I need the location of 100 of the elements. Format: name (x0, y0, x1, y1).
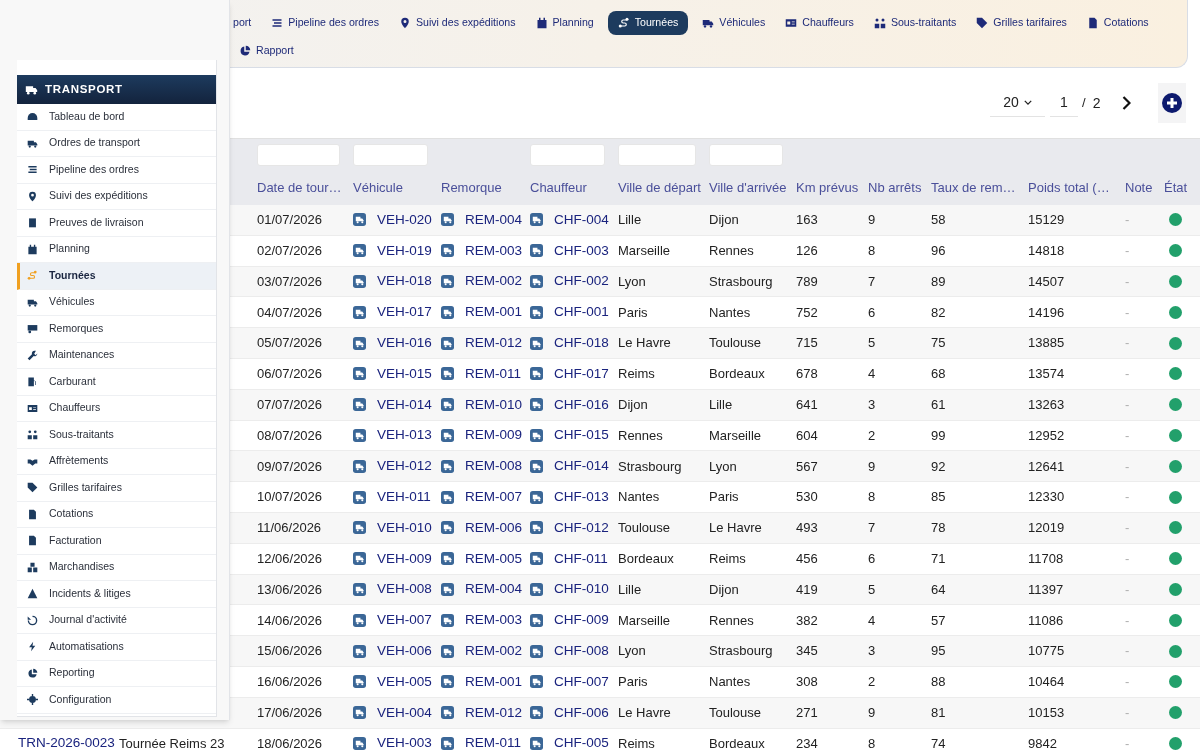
nav-tab[interactable]: Tournées (607, 10, 689, 35)
record-link[interactable]: CHF-004 (554, 209, 609, 230)
column-header[interactable]: Ville de départ (618, 178, 709, 198)
record-link[interactable]: REM-003 (465, 240, 523, 261)
record-link[interactable]: CHF-001 (554, 302, 609, 323)
filter-field[interactable] (353, 144, 428, 166)
sidebar-item[interactable]: Véhicules (17, 289, 216, 316)
nav-tab[interactable]: Rapport (233, 38, 300, 63)
record-link[interactable]: REM-008 (465, 456, 523, 477)
record-link[interactable]: REM-005 (465, 548, 523, 569)
record-link[interactable]: VEH-015 (377, 363, 432, 384)
record-link[interactable]: VEH-007 (377, 610, 432, 631)
nav-tab[interactable]: Grilles tarifaires (970, 10, 1073, 35)
sidebar-item[interactable]: Incidents & litiges (17, 581, 216, 608)
record-link[interactable]: REM-007 (465, 486, 523, 508)
nav-tab[interactable]: Suivi des expéditions (392, 10, 522, 35)
sidebar-item[interactable]: Suivi des expéditions (17, 183, 216, 210)
record-link[interactable]: REM-001 (465, 302, 523, 323)
record-link[interactable]: REM-009 (465, 425, 523, 446)
nav-tab[interactable]: Planning (529, 10, 600, 35)
record-link[interactable]: VEH-019 (377, 240, 432, 261)
record-link[interactable]: CHF-015 (554, 425, 609, 446)
record-link[interactable]: CHF-009 (554, 610, 609, 631)
record-link[interactable]: VEH-011 (377, 486, 431, 508)
column-header[interactable]: Véhicule (353, 178, 441, 198)
record-link[interactable]: CHF-002 (554, 271, 609, 292)
record-link[interactable]: CHF-014 (554, 456, 609, 477)
column-header[interactable]: Remorque (441, 178, 530, 198)
record-link[interactable]: CHF-013 (554, 486, 609, 508)
sidebar-item[interactable]: Ordres de transport (17, 130, 216, 157)
record-link[interactable]: VEH-012 (377, 456, 432, 477)
sidebar-item[interactable]: Facturation (17, 528, 216, 555)
sidebar-item[interactable]: Tableau de bord (17, 104, 216, 131)
sidebar-item[interactable]: Remorques (17, 316, 216, 343)
sidebar-item[interactable]: Journal d'activité (17, 607, 216, 634)
sidebar-item[interactable]: Cotations (17, 501, 216, 528)
nav-tab[interactable]: Véhicules (696, 10, 772, 35)
column-header[interactable]: Ville d'arrivée (709, 178, 796, 198)
sidebar-item[interactable]: Automatisations (17, 634, 216, 661)
filter-field[interactable] (530, 144, 605, 166)
sidebar-item[interactable]: Sous-traitants (17, 422, 216, 449)
sidebar-item[interactable]: Chauffeurs (17, 395, 216, 422)
record-link[interactable]: REM-006 (465, 517, 523, 538)
sidebar-item[interactable]: Reporting (17, 660, 216, 687)
record-link[interactable]: VEH-008 (377, 579, 432, 600)
record-link[interactable]: VEH-009 (377, 548, 432, 569)
record-link[interactable]: REM-002 (465, 640, 523, 662)
nav-tab[interactable]: Chauffeurs (779, 10, 860, 35)
filter-field[interactable] (709, 144, 783, 166)
record-link[interactable]: VEH-004 (377, 702, 432, 723)
sidebar-item[interactable]: Configuration (17, 687, 216, 714)
record-link[interactable]: CHF-018 (554, 332, 609, 354)
sidebar-item[interactable]: Tournées (17, 263, 216, 290)
record-link[interactable]: REM-001 (465, 671, 523, 692)
record-link[interactable]: VEH-014 (377, 394, 432, 415)
nav-tab[interactable]: port (233, 10, 258, 35)
column-header[interactable]: Nb arrêts (868, 178, 931, 198)
column-header[interactable]: Km prévus (796, 178, 868, 198)
filter-field[interactable] (618, 144, 696, 166)
sidebar-item[interactable]: Grilles tarifaires (17, 475, 216, 502)
page-size-select[interactable]: 20 (990, 89, 1045, 117)
record-link[interactable]: REM-011 (465, 363, 522, 384)
sidebar-item[interactable]: Carburant (17, 369, 216, 396)
record-link[interactable]: REM-004 (465, 209, 523, 230)
record-link[interactable]: REM-002 (465, 271, 523, 292)
record-link[interactable]: CHF-016 (554, 394, 609, 415)
record-link[interactable]: CHF-012 (554, 517, 609, 538)
sidebar-item[interactable]: Affrètements (17, 448, 216, 475)
record-link[interactable]: VEH-003 (377, 733, 432, 750)
record-link[interactable]: TRN-2026-0023 (18, 733, 115, 750)
record-link[interactable]: VEH-017 (377, 302, 432, 323)
sidebar-item[interactable]: Preuves de livraison (17, 210, 216, 237)
record-link[interactable]: VEH-005 (377, 671, 432, 692)
record-link[interactable]: CHF-005 (554, 733, 609, 750)
record-link[interactable]: VEH-006 (377, 640, 432, 662)
record-link[interactable]: REM-011 (465, 733, 522, 750)
record-link[interactable]: CHF-007 (554, 671, 609, 692)
record-link[interactable]: CHF-011 (554, 548, 608, 569)
column-header[interactable]: État (1164, 178, 1200, 198)
nav-tab[interactable]: Cotations (1080, 10, 1155, 35)
sidebar-item[interactable]: Marchandises (17, 554, 216, 581)
record-link[interactable]: REM-004 (465, 579, 523, 600)
record-link[interactable]: CHF-006 (554, 702, 609, 723)
record-link[interactable]: CHF-010 (554, 579, 609, 600)
record-link[interactable]: REM-012 (465, 332, 523, 354)
record-link[interactable]: VEH-020 (377, 209, 432, 230)
record-link[interactable]: VEH-016 (377, 332, 432, 354)
record-link[interactable]: REM-003 (465, 610, 523, 631)
record-link[interactable]: CHF-017 (554, 363, 609, 384)
record-link[interactable]: VEH-018 (377, 271, 432, 292)
record-link[interactable]: REM-010 (465, 394, 523, 415)
record-link[interactable]: VEH-013 (377, 425, 432, 446)
column-header[interactable]: Poids total (… (1028, 178, 1125, 198)
page-field[interactable]: 1 (1050, 89, 1078, 117)
column-header[interactable]: Taux de rem… (931, 178, 1028, 198)
nav-tab[interactable]: Pipeline des ordres (265, 10, 385, 35)
record-link[interactable]: CHF-008 (554, 640, 609, 662)
sidebar-item[interactable]: Maintenances (17, 342, 216, 369)
nav-tab[interactable]: Sous-traitants (867, 10, 963, 35)
column-header[interactable]: Date de tour… (257, 178, 353, 198)
